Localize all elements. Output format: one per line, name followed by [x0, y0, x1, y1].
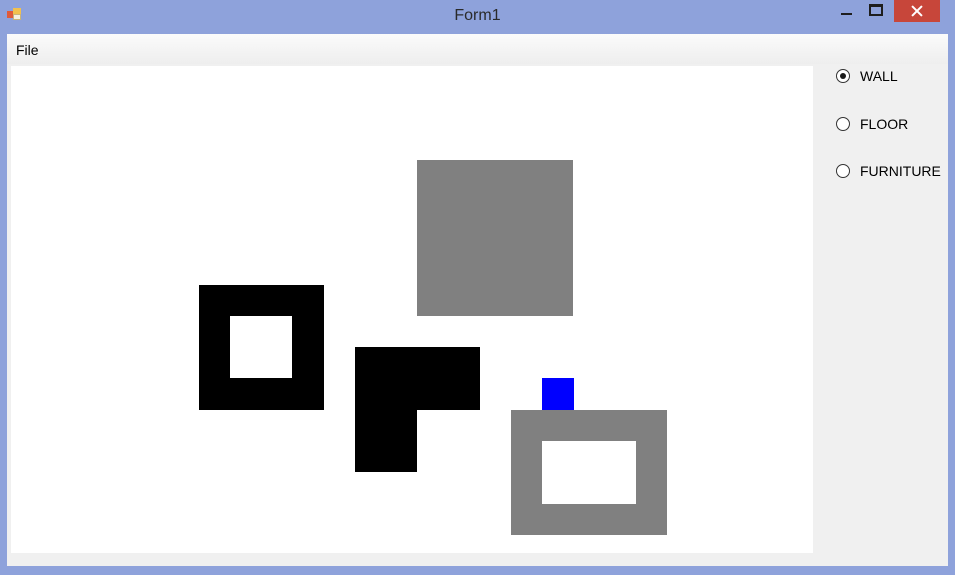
radio-selected-dot-icon	[840, 73, 846, 79]
radio-label-floor[interactable]: FLOOR	[860, 116, 908, 132]
form-client-area: File WALL FLOOR FURNITURE	[7, 34, 948, 566]
wall-l-shape-leg	[355, 410, 417, 472]
drawing-canvas[interactable]	[11, 66, 813, 553]
furniture-block	[542, 378, 574, 410]
window-title: Form1	[454, 7, 501, 24]
radio-label-wall[interactable]: WALL	[860, 68, 898, 84]
menu-file[interactable]: File	[16, 42, 39, 58]
maximize-icon[interactable]	[862, 0, 892, 22]
title-bar: Form1	[0, 0, 955, 34]
radio-circle-icon[interactable]	[836, 69, 850, 83]
radio-floor[interactable]: FLOOR	[836, 116, 946, 134]
wall-l-shape-top	[355, 347, 480, 410]
radio-wall[interactable]: WALL	[836, 68, 946, 86]
minimize-icon[interactable]	[832, 0, 862, 22]
wall-hollow-square	[199, 285, 324, 410]
floor-tile-square	[417, 160, 573, 316]
close-icon[interactable]	[894, 0, 940, 22]
menu-bar: File	[7, 34, 948, 64]
radio-circle-icon[interactable]	[836, 164, 850, 178]
radio-circle-icon[interactable]	[836, 117, 850, 131]
radio-label-furniture[interactable]: FURNITURE	[860, 163, 941, 179]
floor-hollow-rectangle	[511, 410, 667, 535]
radio-furniture[interactable]: FURNITURE	[836, 163, 946, 181]
